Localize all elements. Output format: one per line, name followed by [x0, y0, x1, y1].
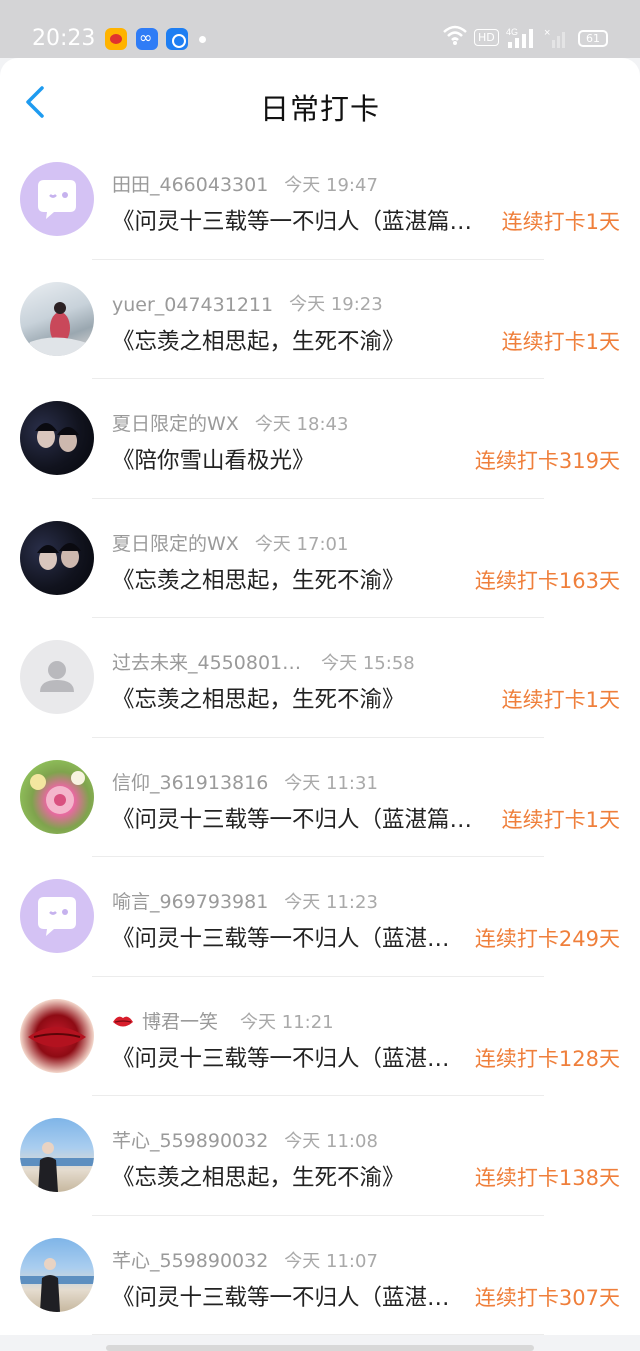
- lips-icon: [113, 1016, 133, 1026]
- username[interactable]: 夏日限定的WX: [112, 409, 239, 436]
- checkin-meta: 夏日限定的WX 今天 17:01: [112, 529, 348, 556]
- avatar[interactable]: [20, 640, 94, 714]
- checkin-content[interactable]: 《问灵十三载等一不归人（蓝湛篇…: [112, 204, 472, 236]
- checkin-row[interactable]: 芊心_559890032 今天 11:07 《问灵十三载等一不归人（蓝湛… 连续打…: [0, 1215, 640, 1335]
- checkin-content[interactable]: 《问灵十三载等一不归人（蓝湛…: [112, 1041, 450, 1073]
- avatar[interactable]: [20, 879, 94, 953]
- checkin-time: 今天 17:01: [254, 533, 349, 555]
- avatar[interactable]: [20, 1237, 94, 1312]
- signal-strength-icon: 4G: [506, 27, 533, 48]
- checkin-meta: yuer_047431211 今天 19:23: [112, 290, 383, 316]
- checkin-row[interactable]: 芊心_559890032 今天 11:08 《忘羡之相思起，生死不渝》 连续打卡1…: [0, 1096, 640, 1216]
- streak-label: 连续打卡128天: [474, 1046, 620, 1071]
- avatar-photo: [20, 1257, 94, 1312]
- checkin-row[interactable]: 夏日限定的WX 今天 18:43 《陪你雪山看极光》 连续打卡319天: [0, 379, 640, 499]
- avatar[interactable]: [20, 759, 94, 834]
- streak-label: 连续打卡163天: [474, 568, 620, 593]
- checkin-content[interactable]: 《陪你雪山看极光》: [112, 443, 315, 475]
- checkin-meta: 夏日限定的WX 今天 18:43: [112, 409, 348, 436]
- secondary-signal-icon: ×: [544, 27, 565, 48]
- streak-label: 连续打卡138天: [474, 1166, 620, 1190]
- avatar-photo: [37, 542, 81, 570]
- checkin-row[interactable]: 过去未来_4550801… 今天 15:58 《忘羡之相思起，生死不渝》 连续打卡…: [0, 618, 640, 738]
- checkin-content[interactable]: 《问灵十三载等一不归人（蓝湛…: [112, 1280, 450, 1312]
- streak-label: 连续打卡249天: [474, 927, 620, 951]
- svg-text:×: ×: [544, 27, 550, 39]
- streak-label: 连续打卡1天: [501, 807, 620, 832]
- hd-voice-icon: HD: [474, 29, 499, 46]
- avatar[interactable]: [20, 281, 94, 356]
- avatar-photo: [24, 301, 90, 356]
- checkin-meta: 博君一笑 今天 11:21: [112, 1007, 334, 1034]
- chat-bubble-icon: [38, 180, 76, 219]
- username[interactable]: yuer_047431211: [112, 294, 273, 316]
- checkin-time: 今天 11:23: [284, 892, 378, 913]
- chat-bubble-icon: [38, 897, 76, 936]
- wifi-icon: [443, 25, 467, 45]
- checkin-time: 今天 11:08: [284, 1131, 378, 1152]
- loop-app-notification-icon: [136, 28, 158, 50]
- checkin-content[interactable]: 《忘羡之相思起，生死不渝》: [112, 682, 405, 714]
- checkin-row[interactable]: 田田_466043301 今天 19:47 《问灵十三载等一不归人（蓝湛篇… 连续…: [0, 140, 640, 260]
- username[interactable]: 喻言_969793981: [112, 887, 268, 914]
- checkin-meta: 芊心_559890032 今天 11:08: [112, 1126, 378, 1153]
- streak-label: 连续打卡1天: [501, 210, 620, 234]
- streak-label: 连续打卡319天: [474, 449, 620, 473]
- circle-app-notification-icon: [166, 28, 188, 50]
- default-user-icon: [40, 661, 74, 692]
- streak-label: 连续打卡1天: [501, 688, 620, 712]
- username[interactable]: 芊心_559890032: [112, 1126, 268, 1153]
- checkin-list: 田田_466043301 今天 19:47 《问灵十三载等一不归人（蓝湛篇… 连续…: [0, 140, 640, 1335]
- network-type-label: 4G: [506, 27, 518, 37]
- more-notifications-dot-icon: [199, 36, 206, 43]
- checkin-meta: 喻言_969793981 今天 11:23: [112, 887, 378, 914]
- username[interactable]: 田田_466043301: [112, 170, 268, 197]
- page-title: 日常打卡: [259, 92, 380, 126]
- username[interactable]: 过去未来_4550801…: [112, 648, 301, 675]
- checkin-time: 今天 18:43: [254, 414, 349, 435]
- nav-bar: 日常打卡: [0, 58, 640, 140]
- checkin-content[interactable]: 《忘羡之相思起，生死不渝》: [112, 563, 405, 595]
- avatar-photo: [30, 770, 85, 814]
- avatar[interactable]: [20, 520, 94, 595]
- checkin-content[interactable]: 《问灵十三载等一不归人（蓝湛…: [112, 921, 450, 953]
- battery-icon: 61: [578, 30, 608, 47]
- status-time: 20:23: [32, 26, 96, 51]
- username[interactable]: 芊心_559890032: [112, 1246, 268, 1273]
- checkin-row[interactable]: 博君一笑 今天 11:21 《问灵十三载等一不归人（蓝湛… 连续打卡128天: [0, 976, 640, 1096]
- avatar-photo: [28, 1026, 86, 1047]
- username[interactable]: 信仰_361913816: [112, 768, 268, 795]
- username[interactable]: 夏日限定的WX: [112, 529, 239, 556]
- checkin-time: 今天 11:21: [240, 1011, 334, 1033]
- checkin-meta: 信仰_361913816 今天 11:31: [112, 768, 378, 795]
- checkin-time: 今天 19:47: [284, 175, 378, 196]
- bottom-scroll-handle: [106, 1345, 534, 1351]
- checkin-row[interactable]: 夏日限定的WX 今天 17:01 《忘羡之相思起，生死不渝》 连续打卡163天: [0, 498, 640, 618]
- checkin-content[interactable]: 《忘羡之相思起，生死不渝》: [112, 1160, 405, 1192]
- status-bar: 20:23 HD 4G × 61: [0, 0, 640, 58]
- checkin-time: 今天 11:07: [284, 1250, 378, 1272]
- checkin-row[interactable]: 喻言_969793981 今天 11:23 《问灵十三载等一不归人（蓝湛… 连续打…: [0, 857, 640, 977]
- avatar[interactable]: [20, 1118, 94, 1192]
- checkin-row[interactable]: yuer_047431211 今天 19:23 《忘羡之相思起，生死不渝》 连续打…: [0, 259, 640, 379]
- checkin-time: 今天 15:58: [321, 653, 415, 674]
- checkin-time: 今天 11:31: [284, 772, 378, 794]
- checkin-meta: 芊心_559890032 今天 11:07: [112, 1246, 378, 1273]
- avatar[interactable]: [20, 162, 94, 236]
- checkin-meta: 过去未来_4550801… 今天 15:58: [112, 648, 415, 675]
- checkin-row[interactable]: 信仰_361913816 今天 11:31 《问灵十三载等一不归人（蓝湛篇… 连续…: [0, 737, 640, 857]
- streak-label: 连续打卡307天: [474, 1285, 620, 1310]
- avatar[interactable]: [20, 998, 94, 1073]
- avatar-photo: [35, 423, 79, 452]
- checkin-content[interactable]: 《问灵十三载等一不归人（蓝湛篇…: [112, 802, 472, 834]
- checkin-time: 今天 19:23: [289, 293, 383, 315]
- checkin-meta: 田田_466043301 今天 19:47: [112, 170, 378, 197]
- avatar[interactable]: [20, 401, 94, 475]
- checkin-content[interactable]: 《忘羡之相思起，生死不渝》: [112, 324, 405, 356]
- weibo-notification-icon: [105, 28, 127, 50]
- avatar-photo: [20, 1142, 94, 1192]
- username[interactable]: 博君一笑: [142, 1007, 218, 1034]
- streak-label: 连续打卡1天: [501, 329, 620, 354]
